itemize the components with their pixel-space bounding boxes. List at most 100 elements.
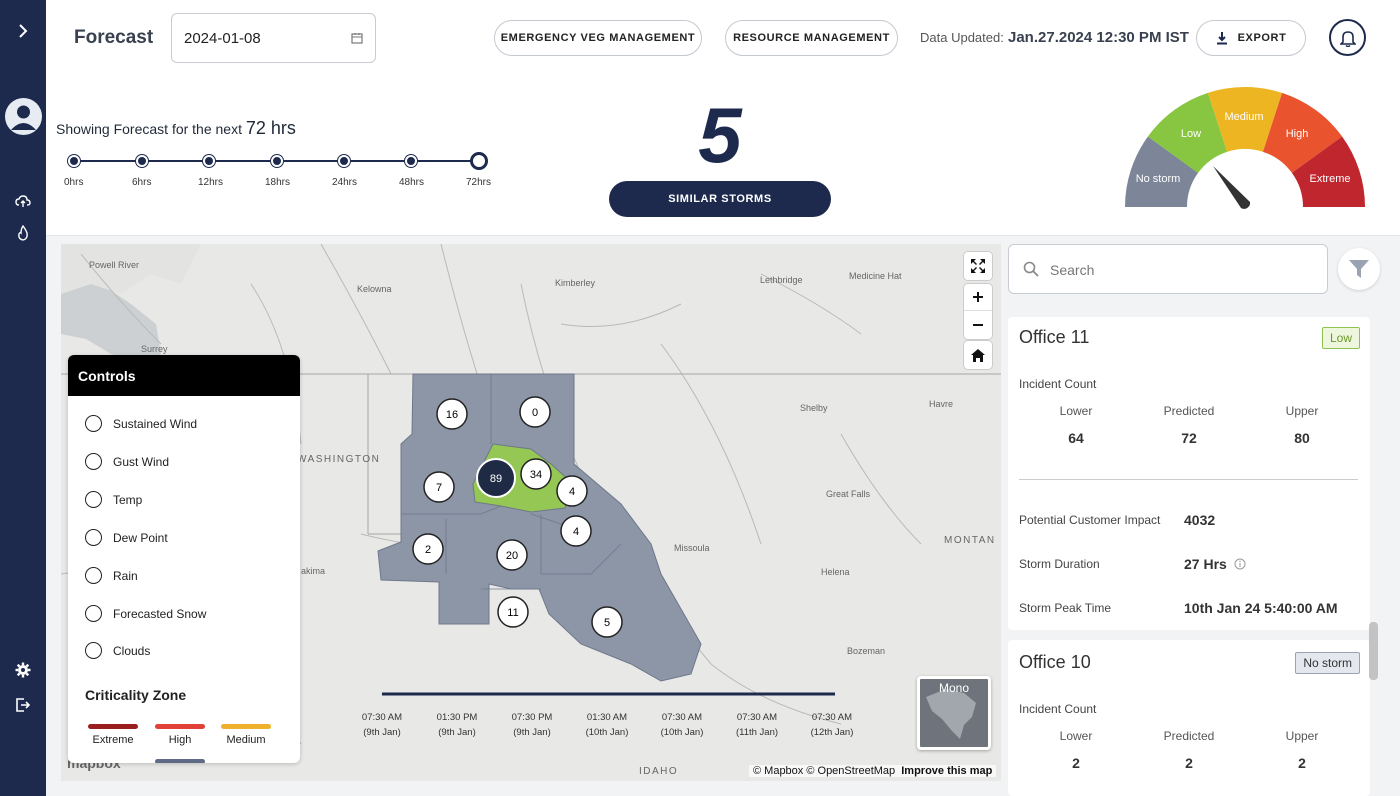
fullscreen-icon[interactable] xyxy=(964,252,992,280)
control-dew-point[interactable]: Dew Point xyxy=(85,529,168,546)
map-label: Powell River xyxy=(89,260,139,270)
map-time-label: 01:30 PM xyxy=(437,712,478,723)
radio-button[interactable] xyxy=(85,491,102,508)
attribution-text[interactable]: © Mapbox © OpenStreetMap xyxy=(753,765,895,777)
control-label: Dew Point xyxy=(113,530,168,545)
logout-icon[interactable] xyxy=(0,690,46,720)
radio-button[interactable] xyxy=(85,567,102,584)
map-time-date: (9th Jan) xyxy=(438,727,476,738)
timeline-stop-72-selected[interactable] xyxy=(470,152,488,170)
control-label: Forecasted Snow xyxy=(113,606,207,621)
lower-value: 2 xyxy=(1072,755,1080,771)
criticality-high-label: High xyxy=(168,734,192,746)
control-clouds[interactable]: Clouds xyxy=(85,642,150,659)
search-placeholder: Search xyxy=(1050,262,1095,278)
timeline-label: 12hrs xyxy=(198,177,224,188)
data-updated-label: Data Updated: xyxy=(920,30,1004,45)
timeline-stop-24[interactable] xyxy=(338,155,350,167)
card-divider xyxy=(1019,479,1358,480)
mono-style-switcher[interactable]: Mono xyxy=(917,676,991,750)
notification-bell-icon[interactable] xyxy=(1329,19,1366,56)
customer-impact-value: 4032 xyxy=(1184,512,1216,528)
zoom-out-icon[interactable] xyxy=(964,311,992,338)
cluster-marker[interactable]: 16 xyxy=(436,398,468,430)
map-time-label: 07:30 PM xyxy=(512,712,553,723)
date-picker-input[interactable]: 2024-01-08 xyxy=(171,13,376,63)
storm-peak-time-label: Storm Peak Time xyxy=(1019,601,1112,615)
cluster-marker[interactable]: 4 xyxy=(556,475,588,507)
filter-icon[interactable] xyxy=(1338,248,1380,290)
criticality-medium-label: Medium xyxy=(226,734,266,746)
emergency-veg-management-button[interactable]: EMERGENCY VEG MANAGEMENT xyxy=(494,20,702,56)
zoom-in-icon[interactable] xyxy=(964,284,992,311)
control-gust-wind[interactable]: Gust Wind xyxy=(85,453,169,470)
customer-impact-label: Potential Customer Impact xyxy=(1019,513,1161,527)
radio-button[interactable] xyxy=(85,453,102,470)
map-label: WASHINGTON xyxy=(297,454,380,465)
cloud-upload-icon[interactable] xyxy=(0,186,46,216)
cluster-marker[interactable]: 20 xyxy=(496,539,528,571)
office-name: Office 11 xyxy=(1019,327,1090,347)
cluster-marker[interactable]: 11 xyxy=(497,596,529,628)
cluster-marker-selected[interactable]: 89 xyxy=(476,458,516,498)
upper-value: 2 xyxy=(1298,755,1306,771)
info-icon[interactable] xyxy=(1234,557,1246,575)
radio-button[interactable] xyxy=(85,605,102,622)
calendar-icon[interactable] xyxy=(351,31,363,48)
timeline-stop-0[interactable] xyxy=(68,155,80,167)
timeline-stop-48[interactable] xyxy=(405,155,417,167)
panel-scrollbar[interactable] xyxy=(1369,622,1378,680)
control-sustained-wind[interactable]: Sustained Wind xyxy=(85,415,197,432)
office-card[interactable]: Office 11 Low Incident Count Lower Predi… xyxy=(1008,317,1370,630)
cluster-marker[interactable]: 7 xyxy=(423,471,455,503)
timeline-stop-12[interactable] xyxy=(203,155,215,167)
criticality-medium-swatch xyxy=(221,724,271,729)
office-card[interactable]: Office 10 No storm Incident Count Lower … xyxy=(1008,640,1370,796)
resource-management-button[interactable]: RESOURCE MANAGEMENT xyxy=(725,20,898,56)
cluster-marker[interactable]: 0 xyxy=(519,396,551,428)
map-time-date: (10th Jan) xyxy=(586,727,629,738)
criticality-extreme-label: Extreme xyxy=(92,734,134,746)
radio-button[interactable] xyxy=(85,642,102,659)
search-input[interactable]: Search xyxy=(1008,244,1328,294)
timeline-stop-18[interactable] xyxy=(271,155,283,167)
cluster-marker[interactable]: 5 xyxy=(591,606,623,638)
map-time-label: 07:30 AM xyxy=(737,712,777,723)
svg-text:7: 7 xyxy=(436,482,442,494)
similar-storms-button[interactable]: SIMILAR STORMS xyxy=(609,181,831,217)
radio-button[interactable] xyxy=(85,529,102,546)
settings-gear-icon[interactable] xyxy=(0,655,46,685)
control-forecasted-snow[interactable]: Forecasted Snow xyxy=(85,605,206,622)
cluster-marker[interactable]: 4 xyxy=(560,515,592,547)
upper-header: Upper xyxy=(1285,729,1319,743)
control-temp[interactable]: Temp xyxy=(85,491,142,508)
cluster-marker[interactable]: 2 xyxy=(412,533,444,565)
timeline-label: 24hrs xyxy=(332,177,358,188)
lower-value: 64 xyxy=(1068,430,1084,446)
controls-header: Controls xyxy=(68,355,300,396)
radio-button[interactable] xyxy=(85,415,102,432)
expand-chevron-icon[interactable] xyxy=(0,16,46,46)
timeline-stop-6[interactable] xyxy=(136,155,148,167)
fire-icon[interactable] xyxy=(0,218,46,248)
improve-map-link[interactable]: Improve this map xyxy=(901,765,992,777)
criticality-extreme-swatch xyxy=(88,724,138,729)
svg-text:2: 2 xyxy=(425,544,431,556)
storm-duration-value: 27 Hrs xyxy=(1184,556,1227,572)
gauge-label-high: High xyxy=(1286,128,1309,140)
incident-count-label: Incident Count xyxy=(1019,377,1097,391)
storm-duration-label: Storm Duration xyxy=(1019,557,1100,571)
home-icon[interactable] xyxy=(964,341,992,369)
export-button[interactable]: EXPORT xyxy=(1196,20,1306,56)
gauge-label-medium: Medium xyxy=(1224,111,1263,123)
office-list-panel: Search Office 11 Low Incident Count Lowe… xyxy=(1005,237,1400,796)
map-time-label: 01:30 AM xyxy=(587,712,627,723)
data-updated-value: Jan.27.2024 12:30 PM IST xyxy=(1008,29,1189,46)
control-rain[interactable]: Rain xyxy=(85,567,138,584)
user-avatar[interactable] xyxy=(5,98,42,135)
map-label: Great Falls xyxy=(826,489,871,499)
gauge-label-low: Low xyxy=(1181,128,1201,140)
storm-severity-gauge: No storm Low Medium High Extreme xyxy=(1125,87,1365,209)
cluster-marker[interactable]: 34 xyxy=(520,458,552,490)
map-time-date: (9th Jan) xyxy=(513,727,551,738)
